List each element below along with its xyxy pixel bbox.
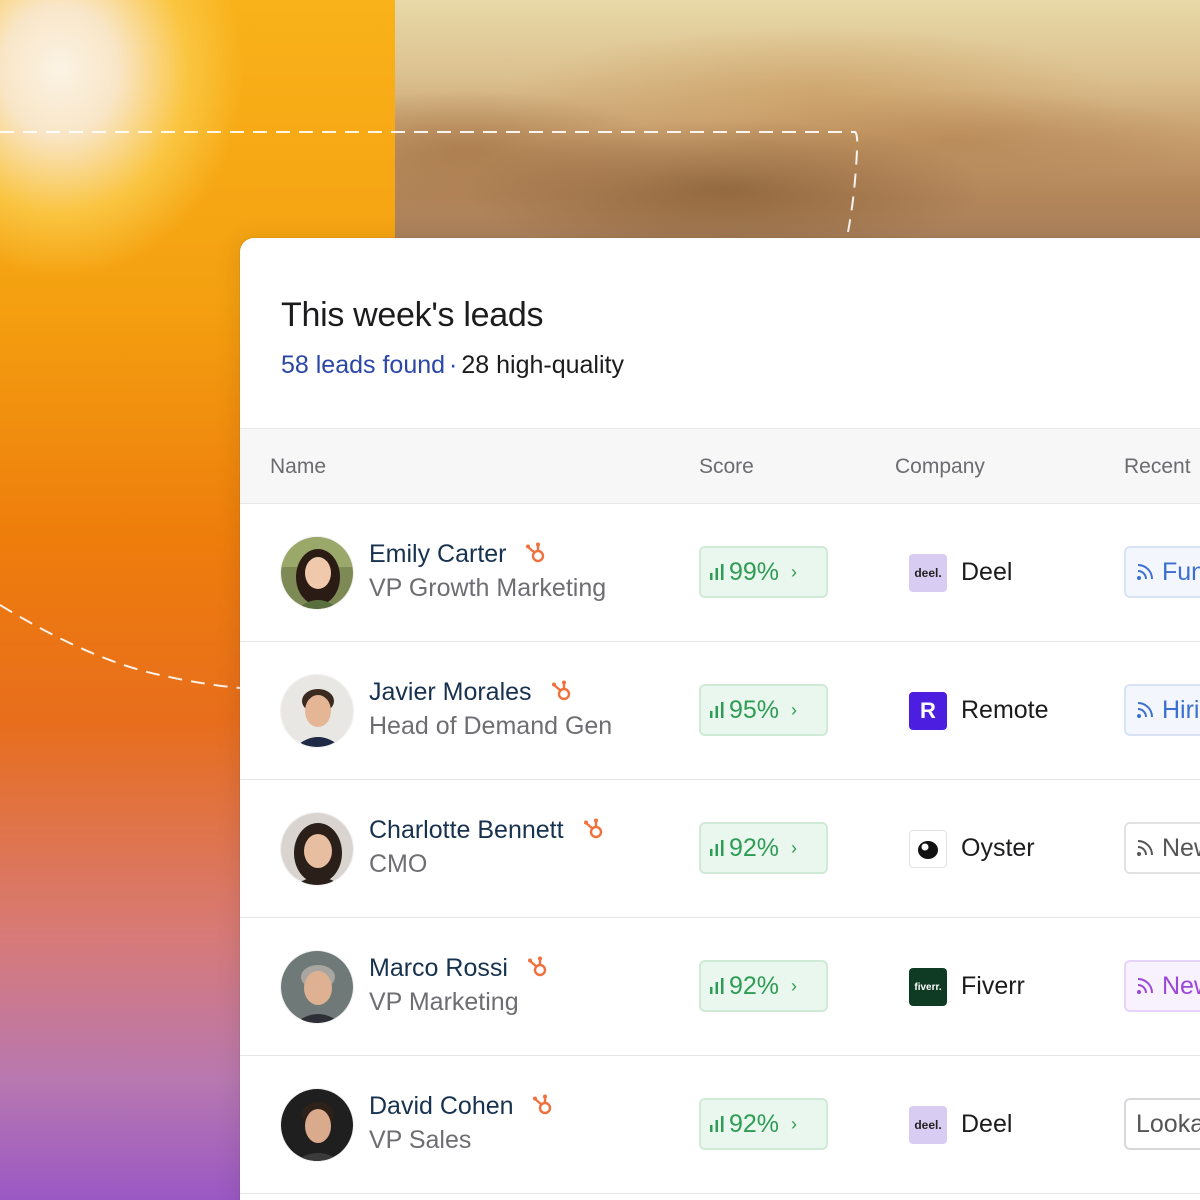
lead-job-title: Head of Demand Gen: [369, 712, 613, 740]
chevron-right-icon: ›: [791, 837, 798, 858]
background-landscape: [395, 0, 1200, 245]
high-quality-count: 28 high-quality: [461, 351, 624, 379]
lead-job-title: VP Marketing: [369, 988, 519, 1016]
score-badge[interactable]: 95% ›: [699, 684, 828, 736]
company-name[interactable]: Remote: [961, 696, 1049, 725]
score-badge[interactable]: 92% ›: [699, 822, 828, 874]
column-header-company[interactable]: Company: [895, 455, 985, 479]
avatar: [280, 674, 354, 748]
score-value: 99%: [729, 557, 780, 586]
recent-activity-chip[interactable]: New: [1124, 822, 1200, 874]
signal-bars-icon: [710, 564, 724, 580]
score-badge[interactable]: 92% ›: [699, 960, 828, 1012]
table-row[interactable]: Marco Rossi VP Marketing 92% › fiverr. F…: [240, 918, 1200, 1056]
table-row[interactable]: Javier Morales Head of Demand Gen 95% › …: [240, 642, 1200, 780]
table-row[interactable]: David Cohen VP Sales 92% › deel. Deel Lo…: [240, 1056, 1200, 1194]
recent-activity-chip[interactable]: Fun: [1124, 546, 1200, 598]
recent-activity-chip[interactable]: Hiri: [1124, 684, 1200, 736]
company-name[interactable]: Oyster: [961, 834, 1035, 863]
avatar: [280, 536, 354, 610]
avatar: [280, 812, 354, 886]
rss-feed-icon: [1137, 840, 1153, 856]
lead-name[interactable]: Charlotte Bennett: [369, 816, 605, 845]
lead-job-title: VP Sales: [369, 1126, 472, 1154]
signal-bars-icon: [710, 702, 724, 718]
lead-name[interactable]: Emily Carter: [369, 540, 547, 569]
chevron-right-icon: ›: [791, 699, 798, 720]
rss-feed-icon: [1137, 978, 1153, 994]
table-header: Name Score Company Recent: [240, 428, 1200, 504]
lead-name[interactable]: David Cohen: [369, 1092, 554, 1121]
page-title: This week's leads: [281, 296, 544, 334]
hubspot-sprocket-icon: [551, 680, 570, 701]
table-row[interactable]: Emily Carter VP Growth Marketing 99% › d…: [240, 504, 1200, 642]
signal-bars-icon: [710, 840, 724, 856]
column-header-score[interactable]: Score: [699, 455, 754, 479]
deel-logo: deel.: [909, 1106, 947, 1144]
lead-name[interactable]: Javier Morales: [369, 678, 573, 707]
table-row[interactable]: Charlotte Bennett CMO 92% › Oyster New: [240, 780, 1200, 918]
company-name[interactable]: Deel: [961, 1110, 1012, 1139]
chevron-right-icon: ›: [791, 975, 798, 996]
lead-job-title: CMO: [369, 850, 428, 878]
column-header-name[interactable]: Name: [270, 455, 326, 479]
oyster-logo: [909, 830, 947, 868]
leads-summary: 58 leads found · 28 high-quality: [281, 351, 624, 380]
summary-separator: ·: [449, 351, 458, 379]
score-value: 92%: [729, 833, 780, 862]
lead-name[interactable]: Marco Rossi: [369, 954, 549, 983]
hubspot-sprocket-icon: [583, 818, 602, 839]
leads-card: This week's leads 58 leads found · 28 high…: [240, 238, 1200, 1200]
signal-bars-icon: [710, 978, 724, 994]
recent-activity-chip[interactable]: Looka: [1124, 1098, 1200, 1150]
signal-bars-icon: [710, 1116, 724, 1132]
rss-feed-icon: [1137, 564, 1153, 580]
column-header-recent[interactable]: Recent: [1124, 455, 1191, 479]
fiverr-logo: fiverr.: [909, 968, 947, 1006]
chevron-right-icon: ›: [791, 561, 798, 582]
hubspot-sprocket-icon: [526, 542, 545, 563]
lead-job-title: VP Growth Marketing: [369, 574, 607, 602]
score-badge[interactable]: 99% ›: [699, 546, 828, 598]
hubspot-sprocket-icon: [527, 956, 547, 977]
score-value: 95%: [729, 695, 780, 724]
deel-logo: deel.: [909, 554, 947, 592]
recent-activity-chip[interactable]: New: [1124, 960, 1200, 1012]
avatar: [280, 1088, 354, 1162]
score-value: 92%: [729, 971, 780, 1000]
avatar: [280, 950, 354, 1024]
chevron-right-icon: ›: [791, 1113, 798, 1134]
rss-feed-icon: [1137, 702, 1153, 718]
score-value: 92%: [729, 1109, 780, 1138]
company-name[interactable]: Fiverr: [961, 972, 1025, 1001]
hubspot-sprocket-icon: [533, 1094, 552, 1115]
leads-found-link[interactable]: 58 leads found: [281, 351, 445, 379]
score-badge[interactable]: 92% ›: [699, 1098, 828, 1150]
company-name[interactable]: Deel: [961, 558, 1012, 587]
remote-logo: R: [909, 692, 947, 730]
